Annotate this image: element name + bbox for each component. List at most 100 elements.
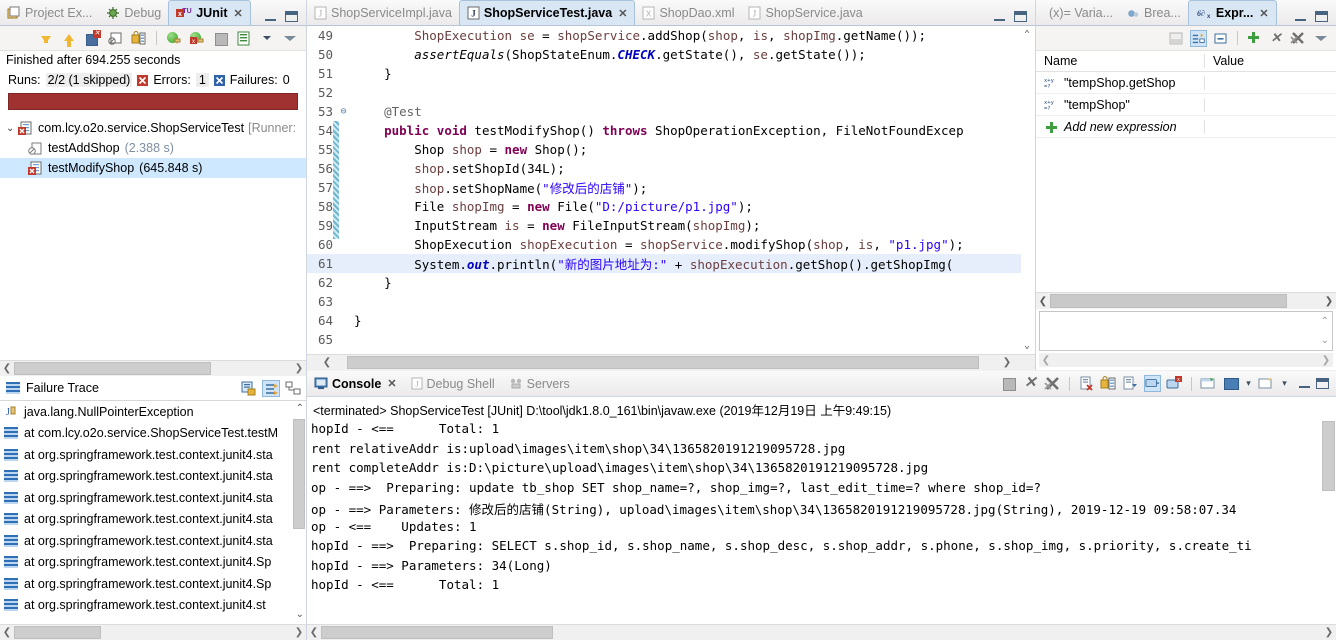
minimize-icon[interactable] xyxy=(1294,11,1307,22)
code-line[interactable]: 63 xyxy=(307,292,1035,311)
list-item[interactable]: at org.springframework.test.context.juni… xyxy=(0,595,306,617)
expressions-detail-pane[interactable]: ⌃ ⌄ xyxy=(1039,311,1333,351)
scroll-right-arrow-icon[interactable]: ❯ xyxy=(1322,627,1336,638)
expand-chevron-icon[interactable]: ⌄ xyxy=(6,123,18,134)
view-menu-arrow-icon[interactable] xyxy=(1312,30,1329,47)
tab-debug[interactable]: Debug xyxy=(99,1,168,25)
scroll-left-arrow-icon[interactable]: ❮ xyxy=(307,627,321,638)
add-expression-icon[interactable] xyxy=(1246,30,1263,47)
tab-shopdao-xml[interactable]: X ShopDao.xml xyxy=(635,1,741,25)
list-item[interactable]: at org.springframework.test.context.juni… xyxy=(0,487,306,509)
tab-variables[interactable]: (x)= Varia... xyxy=(1036,1,1120,25)
failure-trace-horizontal-scrollbar[interactable]: ❮ ❯ xyxy=(0,624,306,640)
maximize-icon[interactable] xyxy=(1014,11,1027,22)
tab-expressions[interactable]: 6∂ x Expr... ✕ xyxy=(1187,0,1277,25)
scroll-thumb[interactable] xyxy=(293,419,305,529)
filter-stack-trace-icon[interactable] xyxy=(107,30,124,47)
stop-icon[interactable] xyxy=(212,30,229,47)
test-class-node[interactable]: ⌄ com.lcy.o2o.service.ShopServiceTest [R… xyxy=(0,118,306,138)
remove-launch-icon[interactable]: ✕ xyxy=(1022,375,1039,392)
scroll-left-arrow-icon[interactable]: ❮ xyxy=(1036,296,1050,307)
remove-selected-icon[interactable] xyxy=(1212,30,1229,47)
code-line[interactable]: 59 InputStream is = new FileInputStream(… xyxy=(307,216,1035,235)
close-icon[interactable]: ✕ xyxy=(387,377,396,390)
scroll-up-arrow-icon[interactable]: ⌃ xyxy=(296,403,304,414)
code-line[interactable]: 64} xyxy=(307,311,1035,330)
table-row[interactable]: x+y =? "tempShop" xyxy=(1036,94,1336,116)
rerun-test-icon[interactable] xyxy=(166,30,183,47)
close-icon[interactable]: ✕ xyxy=(618,7,627,20)
list-item[interactable]: J java.lang.NullPointerException xyxy=(0,401,306,423)
scroll-lock-icon[interactable] xyxy=(1100,375,1117,392)
scroll-thumb[interactable] xyxy=(1050,294,1287,308)
tab-debug-shell[interactable]: J Debug Shell xyxy=(404,372,502,396)
show-console-on-output-icon[interactable] xyxy=(1122,375,1139,392)
column-header-value[interactable]: Value xyxy=(1205,54,1244,68)
show-logical-structure-icon[interactable] xyxy=(1168,30,1185,47)
code-editor[interactable]: 49 ShopExecution se = shopService.addSho… xyxy=(307,26,1035,354)
scroll-left-arrow-icon[interactable]: ❮ xyxy=(307,357,347,368)
code-line[interactable]: 57 shop.setShopName("修改后的店铺"); xyxy=(307,178,1035,197)
code-line[interactable]: 51 } xyxy=(307,64,1035,83)
expressions-detail-horizontal-scrollbar[interactable]: ❮ ❯ xyxy=(1039,353,1333,367)
tab-shopservice-java[interactable]: J ShopService.java xyxy=(741,1,869,25)
scroll-right-arrow-icon[interactable]: ❯ xyxy=(1319,355,1333,366)
maximize-icon[interactable] xyxy=(1316,378,1329,389)
open-console-icon[interactable] xyxy=(1222,375,1239,392)
rerun-failed-icon[interactable]: x xyxy=(189,30,206,47)
junit-horizontal-scrollbar[interactable]: ❮ ❯ xyxy=(0,360,306,376)
terminate-icon[interactable] xyxy=(1000,375,1017,392)
tab-shopservicetest-java[interactable]: J ShopServiceTest.java ✕ xyxy=(458,0,636,25)
scroll-up-arrow-icon[interactable]: ⌃ xyxy=(1024,29,1030,40)
failure-trace-list[interactable]: J java.lang.NullPointerException at com.… xyxy=(0,401,306,624)
display-selected-console-icon[interactable]: x xyxy=(1166,375,1183,392)
scroll-down-arrow-icon[interactable]: ⌄ xyxy=(1321,335,1329,346)
scroll-left-arrow-icon[interactable]: ❮ xyxy=(0,627,14,638)
close-icon[interactable]: ✕ xyxy=(233,7,242,20)
tab-console[interactable]: Console ✕ xyxy=(307,372,404,396)
code-line[interactable]: 65 xyxy=(307,330,1035,349)
view-menu-arrow-icon[interactable] xyxy=(258,30,275,47)
code-line[interactable]: 52 xyxy=(307,83,1035,102)
chevron-down-icon[interactable]: ▾ xyxy=(1244,378,1253,389)
console-output[interactable]: hopId - <== Total: 1 rent relativeAddr is… xyxy=(307,421,1336,624)
column-header-name[interactable]: Name xyxy=(1036,54,1205,68)
code-line[interactable]: 61 System.out.println("新的图片地址为:" + shopE… xyxy=(307,254,1035,273)
add-new-expression-row[interactable]: Add new expression xyxy=(1036,116,1336,138)
console-vertical-scrollbar[interactable] xyxy=(1322,421,1336,624)
close-icon[interactable]: ✕ xyxy=(1259,7,1268,20)
minimize-icon[interactable] xyxy=(264,11,277,22)
scroll-thumb[interactable] xyxy=(347,356,979,369)
filter-stack-trace-icon[interactable] xyxy=(262,379,280,397)
maximize-icon[interactable] xyxy=(285,11,298,22)
scroll-right-arrow-icon[interactable]: ❯ xyxy=(292,363,306,374)
scroll-down-arrow-icon[interactable]: ⌄ xyxy=(296,609,304,620)
copy-trace-icon[interactable] xyxy=(240,380,258,397)
remove-expression-icon[interactable]: ✕ xyxy=(1268,30,1285,47)
editor-horizontal-scrollbar[interactable]: ❮ ❯ xyxy=(307,354,1035,370)
code-line[interactable]: 49 ShopExecution se = shopService.addSho… xyxy=(307,26,1035,45)
code-line[interactable]: 55 Shop shop = new Shop(); xyxy=(307,140,1035,159)
code-line[interactable]: 60 ShopExecution shopExecution = shopSer… xyxy=(307,235,1035,254)
scroll-up-arrow-icon[interactable]: ⌃ xyxy=(1321,316,1329,327)
list-item[interactable]: at com.lcy.o2o.service.ShopServiceTest.t… xyxy=(0,423,306,445)
test-run-history-icon[interactable] xyxy=(235,30,252,47)
fold-marker-icon[interactable]: ⊖ xyxy=(337,106,350,117)
tab-shopserviceimpl-java[interactable]: J ShopServiceImpl.java xyxy=(307,1,459,25)
code-line[interactable]: 53 ⊖ @Test xyxy=(307,102,1035,121)
minimize-icon[interactable] xyxy=(1298,378,1311,389)
expressions-horizontal-scrollbar[interactable]: ❮ ❯ xyxy=(1036,292,1336,309)
list-item[interactable]: at org.springframework.test.context.juni… xyxy=(0,509,306,531)
tab-breakpoints[interactable]: Brea... xyxy=(1120,1,1188,25)
scroll-left-arrow-icon[interactable]: ❮ xyxy=(1039,355,1053,366)
prev-failure-icon[interactable] xyxy=(61,30,78,47)
code-line[interactable]: 62 } xyxy=(307,273,1035,292)
scroll-right-arrow-icon[interactable]: ❯ xyxy=(292,627,306,638)
minimize-icon[interactable] xyxy=(993,11,1006,22)
remove-all-terminated-icon[interactable] xyxy=(1044,375,1061,392)
new-console-view-icon[interactable] xyxy=(1200,375,1217,392)
junit-test-tree[interactable]: ⌄ com.lcy.o2o.service.ShopServiceTest [R… xyxy=(0,116,306,360)
scroll-right-arrow-icon[interactable]: ❯ xyxy=(979,357,1035,368)
pin-console-icon[interactable] xyxy=(1144,375,1161,392)
failure-trace-vertical-scrollbar[interactable]: ⌃ ⌄ xyxy=(293,401,306,624)
